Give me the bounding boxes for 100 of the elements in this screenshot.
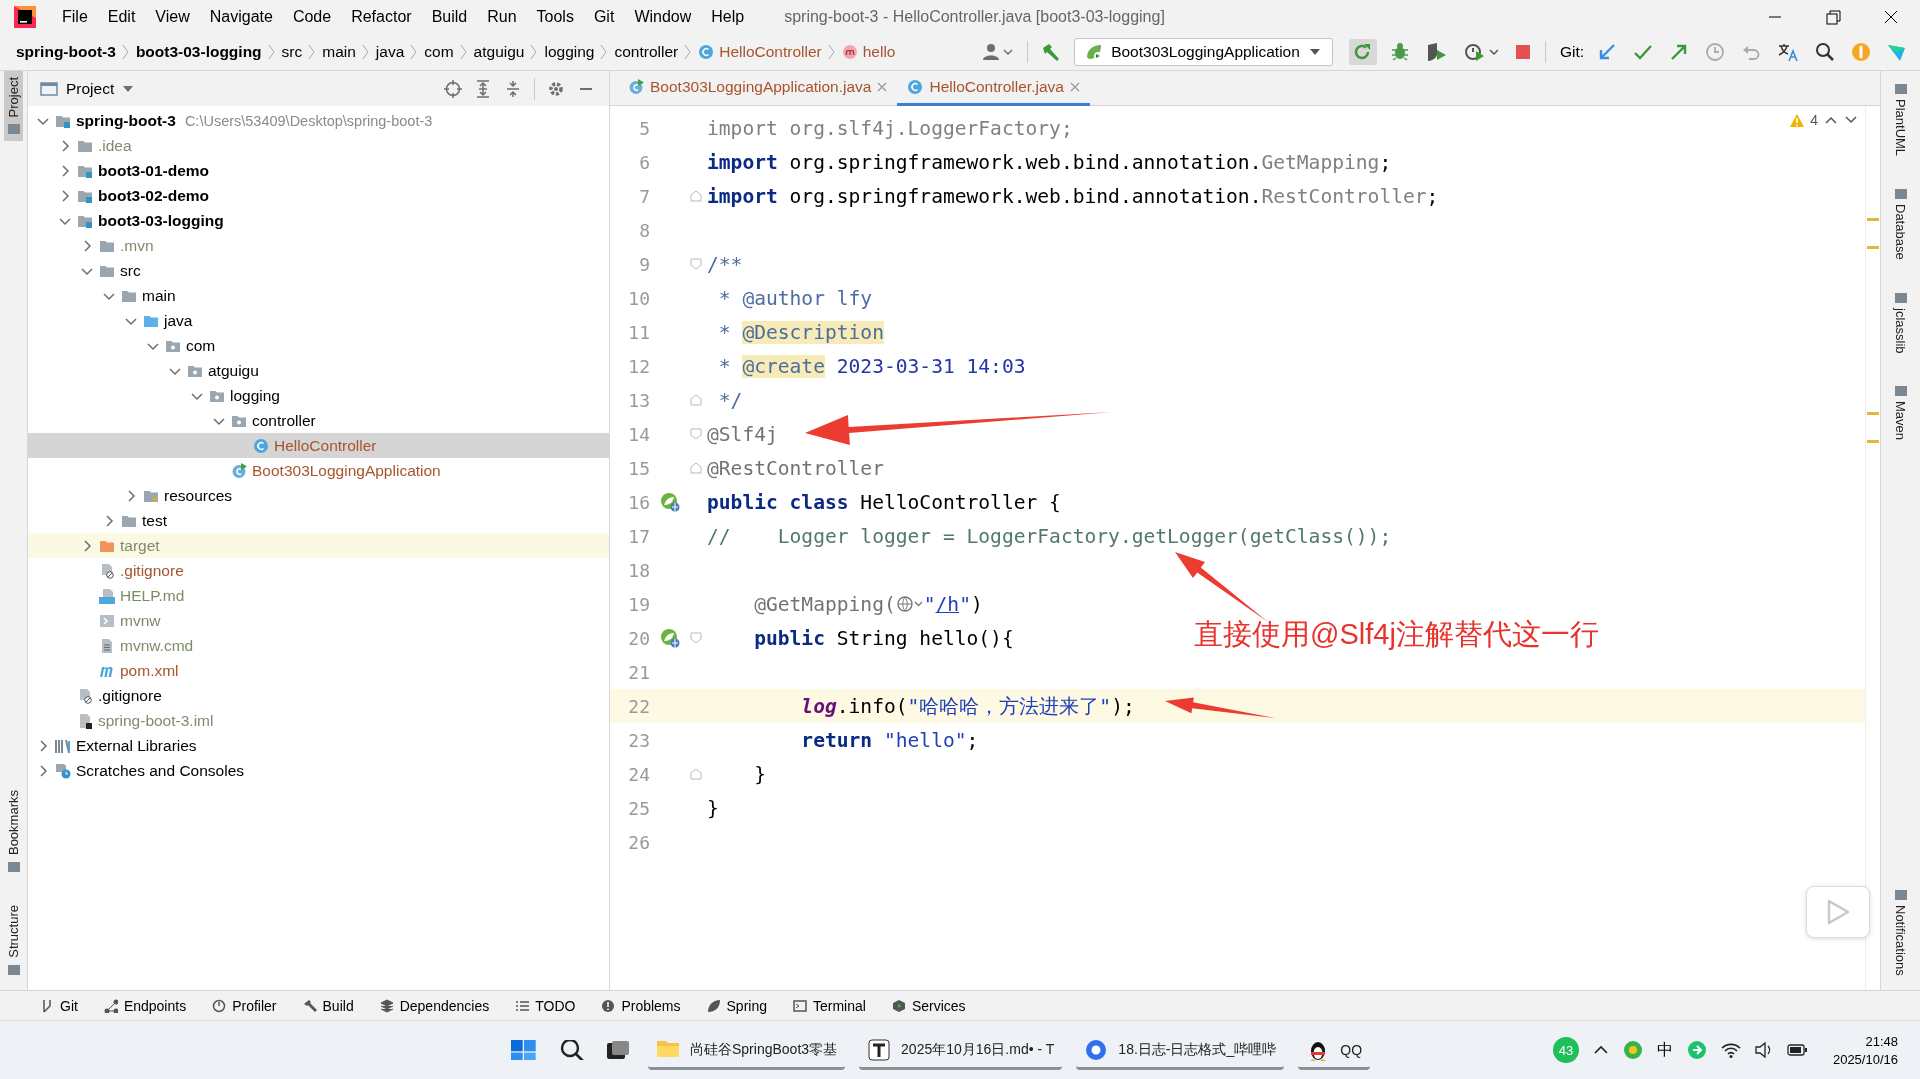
tool-window-tab[interactable]: PlantUML (1891, 75, 1910, 163)
tree-row[interactable]: HelloController (28, 433, 609, 458)
code-text: /** (707, 252, 743, 276)
tree-row[interactable]: logging (28, 383, 609, 408)
tool-window-button[interactable]: Dependencies (379, 997, 490, 1014)
menu-item[interactable]: View (145, 8, 200, 26)
menu-item[interactable]: Help (701, 8, 755, 26)
locate-icon[interactable] (444, 79, 462, 98)
tree-row[interactable]: spring-boot-3 C:\Users\53409\Desktop\spring-boot-3 (28, 108, 609, 133)
menu-item[interactable]: Tools (526, 8, 584, 26)
menu-item[interactable]: Edit (97, 8, 146, 26)
rerun-button[interactable] (1348, 39, 1377, 65)
code-text: * @Description (717, 320, 884, 344)
tree-row[interactable]: boot3-01-demo (28, 158, 609, 183)
settings-icon[interactable] (547, 79, 565, 98)
tool-window-button[interactable]: Spring (706, 997, 767, 1014)
taskbar-app[interactable]: 2025年10月16日.md• - T (859, 1030, 1063, 1070)
project-path: C:\Users\53409\Desktop\spring-boot-3 (184, 112, 433, 129)
warning-marker[interactable] (1867, 246, 1879, 249)
tree-row[interactable]: External Libraries (28, 733, 609, 758)
tray-app-icon[interactable] (1686, 1040, 1707, 1060)
warning-marker[interactable] (1867, 218, 1879, 221)
breadcrumb[interactable]: spring-boot-3 (14, 43, 118, 61)
tree-row[interactable]: .gitignore (28, 683, 609, 708)
tree-row[interactable]: controller (28, 408, 609, 433)
tree-label: main (142, 286, 176, 305)
breadcrumb[interactable]: main (320, 43, 358, 61)
tool-window-button[interactable]: TODO (515, 997, 576, 1014)
menu-item[interactable]: Refactor (341, 8, 422, 26)
tree-row[interactable]: pom.xml (28, 658, 609, 683)
menu-item[interactable]: Window (624, 8, 702, 26)
expand-all-icon[interactable] (474, 79, 492, 98)
taskbar-app[interactable]: 尚硅谷SpringBoot3零基 (648, 1030, 846, 1070)
tool-window-button[interactable]: Problems (601, 997, 681, 1014)
tool-window-tab[interactable]: Project (4, 71, 23, 142)
taskbar-app[interactable]: 18.日志-日志格式_哔哩哔 (1076, 1030, 1285, 1070)
tree-row[interactable]: .mvn (28, 233, 609, 258)
tool-window-button[interactable]: Services (891, 997, 966, 1014)
battery-icon[interactable] (1786, 1043, 1807, 1057)
tree-row[interactable]: Scratches and Consoles (28, 758, 609, 783)
tree-row[interactable]: .idea (28, 133, 609, 158)
tree-row[interactable]: .gitignore (28, 558, 609, 583)
editor-tab[interactable]: Boot303LoggingApplication.java (618, 71, 898, 106)
editor-tab[interactable]: HelloController.java (897, 71, 1090, 106)
tool-window-button[interactable]: Terminal (793, 997, 866, 1014)
tree-row[interactable]: com (28, 333, 609, 358)
volume-icon[interactable] (1754, 1042, 1773, 1058)
tree-row[interactable]: mvnw.cmd (28, 633, 609, 658)
breadcrumb[interactable]: com (422, 43, 456, 61)
line-number: 15 (627, 457, 650, 479)
breadcrumb[interactable]: boot3-03-logging (133, 43, 264, 61)
globe-icon[interactable] (895, 595, 924, 613)
menu-item[interactable]: Run (477, 8, 527, 26)
menu-item[interactable]: Code (282, 8, 342, 26)
tree-row[interactable]: target (28, 533, 609, 558)
tree-row[interactable]: java (28, 308, 609, 333)
menu-item[interactable]: Build (421, 8, 478, 26)
tree-row[interactable]: boot3-02-demo (28, 183, 609, 208)
tree-row[interactable]: main (28, 283, 609, 308)
tree-row[interactable]: resources (28, 483, 609, 508)
tree-label: target (120, 536, 160, 555)
menu-item[interactable]: File (52, 8, 98, 26)
breadcrumb[interactable]: controller (612, 43, 681, 61)
tree-row[interactable]: HELP.md (28, 583, 609, 608)
tree-row[interactable]: atguigu (28, 358, 609, 383)
run-configuration-dropdown[interactable]: Boot303LoggingApplication (1074, 38, 1333, 66)
warning-marker[interactable] (1867, 440, 1879, 443)
taskbar-app[interactable]: QQ (1298, 1030, 1371, 1070)
menu-item[interactable]: Git (583, 8, 625, 26)
tool-window-tab[interactable]: Structure (4, 899, 23, 982)
code-text: * @create 2023-03-31 14:03 (717, 354, 1026, 378)
tool-window-tab[interactable]: Bookmarks (4, 784, 23, 880)
menu-item[interactable]: Navigate (199, 8, 283, 26)
tool-window-tab[interactable]: Maven (1891, 377, 1910, 447)
tree-row[interactable]: spring-boot-3.iml (28, 708, 609, 733)
breadcrumb[interactable]: HelloController (696, 43, 824, 61)
tray-app-icon[interactable] (1622, 1040, 1643, 1060)
wifi-icon[interactable] (1720, 1042, 1741, 1058)
breadcrumb[interactable]: hello (839, 43, 898, 61)
input-method-indicator[interactable]: 中 (1656, 1039, 1673, 1061)
endpoints-icon (103, 998, 118, 1013)
tree-row[interactable]: src (28, 258, 609, 283)
tree-row[interactable]: test (28, 508, 609, 533)
tool-window-tab[interactable]: Notifications (1891, 881, 1910, 982)
collapse-all-icon[interactable] (504, 79, 522, 98)
tree-row[interactable]: Boot303LoggingApplication (28, 458, 609, 483)
warning-marker[interactable] (1867, 412, 1879, 415)
tree-row[interactable]: mvnw (28, 608, 609, 633)
breadcrumb[interactable]: atguigu (471, 43, 527, 61)
breadcrumb[interactable]: java (373, 43, 407, 61)
tool-window-tab[interactable]: Database (1891, 180, 1910, 266)
tool-window-button[interactable]: Build (302, 997, 354, 1014)
tool-window-button[interactable]: Profiler (212, 997, 277, 1014)
breadcrumb[interactable]: src (279, 43, 305, 61)
tool-window-button[interactable]: Endpoints (103, 997, 187, 1014)
tool-window-button[interactable]: Git (40, 997, 78, 1014)
breadcrumb[interactable]: logging (542, 43, 597, 61)
tree-row[interactable]: boot3-03-logging (28, 208, 609, 233)
tree-label: mvnw (120, 611, 161, 630)
tool-window-tab[interactable]: jclasslib (1891, 283, 1910, 360)
